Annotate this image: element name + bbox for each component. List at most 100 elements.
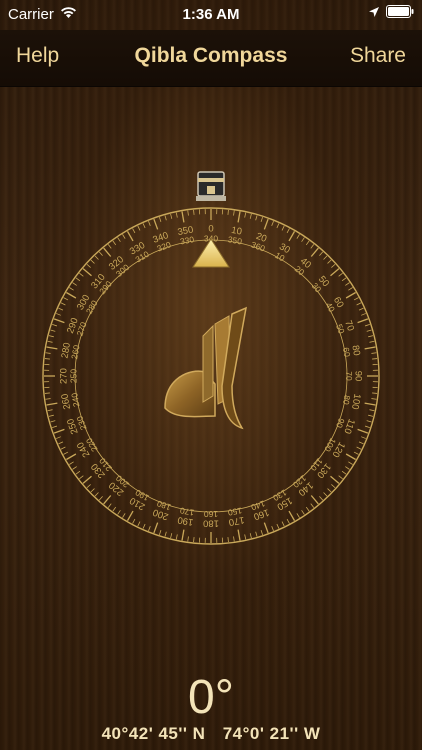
dial-tick	[310, 495, 319, 505]
dial-tick	[364, 402, 376, 406]
dial-tick	[45, 352, 51, 354]
dial-tick	[371, 352, 377, 354]
dial-tick	[94, 492, 99, 497]
dial-tick	[63, 451, 69, 455]
dial-tick	[296, 513, 300, 518]
dial-tick	[338, 272, 343, 277]
dial-tick	[72, 282, 77, 286]
dial-tick	[319, 496, 324, 501]
dial-tick	[255, 531, 258, 537]
dial-tick	[323, 255, 328, 260]
dial-tick	[48, 414, 54, 417]
dial-tick	[66, 291, 77, 299]
dial-inner-label: 90	[334, 417, 347, 430]
dial-tick	[249, 533, 252, 539]
dial-tick	[369, 409, 375, 412]
dial-tick	[330, 475, 340, 484]
dial-tick	[52, 324, 58, 327]
dial-tick	[56, 313, 61, 316]
dial-inner-label: 60	[341, 347, 353, 358]
dial-tick	[181, 211, 185, 223]
dial-tick	[361, 436, 366, 439]
dial-tick	[181, 529, 185, 541]
dial-tick	[56, 436, 61, 439]
triangle-pointer-icon	[192, 238, 230, 268]
compass-dial: 0340103502036030104020503060407050806090…	[42, 171, 380, 545]
dial-tick	[58, 307, 64, 311]
dial-inner-label: 70	[344, 371, 354, 381]
dial-tick	[368, 414, 374, 417]
dial-tick	[319, 251, 324, 256]
dial-tick	[75, 470, 81, 475]
dial-inner-label: 50	[334, 323, 347, 336]
dial-tick	[305, 506, 310, 512]
navigation-bar: Help Qibla Compass Share	[0, 30, 422, 87]
dial-tick	[112, 240, 117, 246]
dial-tick	[47, 340, 53, 343]
dial-tick	[142, 223, 146, 229]
dial-tick	[159, 529, 162, 535]
dial-tick	[364, 425, 370, 428]
dial-tick	[369, 340, 375, 343]
dial-tick	[331, 263, 336, 268]
dial-tick	[44, 358, 50, 360]
dial-tick	[46, 402, 58, 406]
dial-tick	[117, 510, 121, 515]
dial-inner-label: 160	[204, 509, 218, 519]
dial-tick	[372, 358, 378, 360]
dial-tick	[358, 307, 364, 311]
dial-tick	[372, 392, 378, 394]
dial-tick	[371, 398, 377, 400]
dial-tick	[86, 263, 91, 268]
dial-tick	[187, 536, 189, 542]
dial-tick	[233, 536, 235, 542]
dial-tick	[126, 510, 134, 521]
dial-tick	[153, 522, 159, 534]
dial-tick	[244, 212, 247, 218]
dial-tick	[82, 268, 92, 277]
dial-tick	[122, 513, 126, 518]
share-button[interactable]: Share	[350, 44, 406, 68]
dial-tick	[348, 287, 353, 291]
status-bar: Carrier 1:36 AM	[0, 0, 422, 30]
dial-tick	[107, 503, 112, 508]
dial-inner-label: 250	[68, 369, 78, 383]
dial-tick	[75, 277, 81, 282]
dial-tick	[276, 223, 280, 229]
heading-degrees: 0°	[188, 671, 234, 724]
dial-tick	[366, 329, 372, 332]
dial-tick	[327, 488, 332, 493]
dial-tick	[117, 237, 121, 242]
latitude-label: 40°42' 45'' N	[101, 724, 206, 743]
dial-tick	[175, 534, 178, 540]
dial-tick	[263, 522, 269, 534]
dial-tick	[260, 529, 263, 535]
dial-tick	[255, 215, 258, 221]
coordinates: 40°42' 45'' N 74°0' 21'' W	[0, 724, 422, 744]
dial-tick	[94, 255, 99, 260]
dial-tick	[79, 272, 84, 277]
dial-tick	[46, 346, 58, 350]
dial-tick	[122, 234, 126, 239]
dial-tick	[364, 346, 376, 350]
dial-tick	[148, 221, 151, 226]
dial-tick	[227, 537, 229, 543]
dial-tick	[263, 218, 269, 230]
dial-tick	[170, 213, 173, 219]
qibla-needle-icon	[164, 306, 247, 430]
dial-tick	[227, 209, 229, 215]
dial-tick	[79, 475, 84, 480]
dial-tick	[271, 221, 274, 226]
dial-tick	[353, 297, 359, 301]
dial-tick	[249, 213, 252, 219]
dial-tick	[142, 523, 146, 529]
dial-inner-label: 260	[69, 344, 81, 360]
dial-tick	[345, 291, 356, 299]
dial-tick	[353, 451, 359, 455]
dial-tick	[233, 210, 235, 216]
dial-tick	[310, 247, 319, 257]
dial-inner-label: 150	[227, 506, 243, 518]
dial-tick	[69, 461, 74, 465]
dial-tick	[148, 526, 151, 531]
dial-tick	[237, 211, 241, 223]
